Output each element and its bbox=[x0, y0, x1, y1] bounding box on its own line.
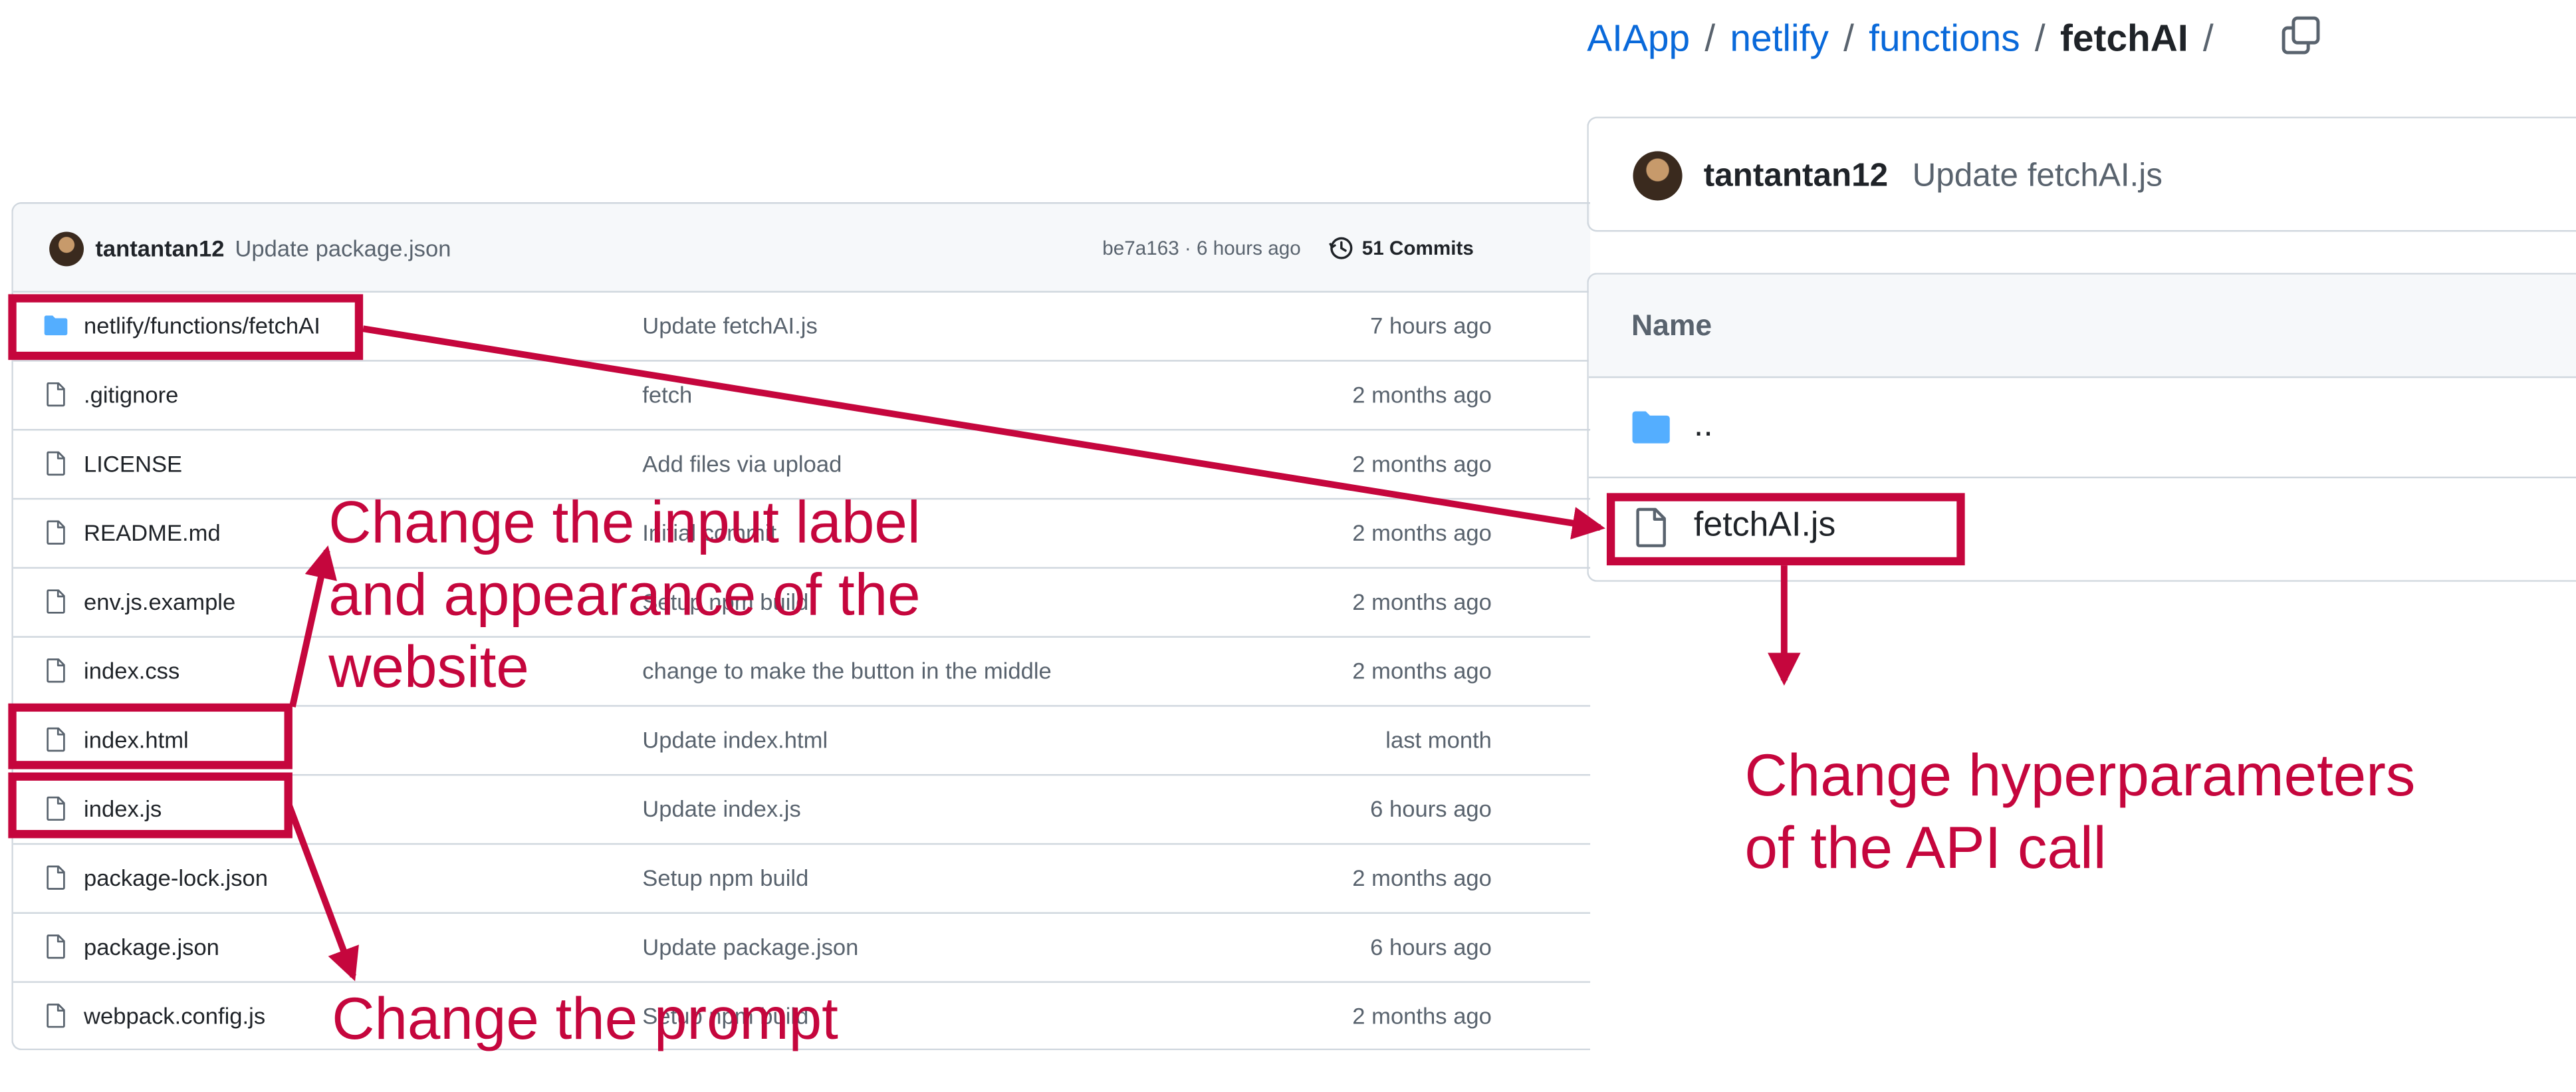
commits-count: 51 Commits bbox=[1361, 236, 1474, 260]
commit-message[interactable]: Update package.json bbox=[235, 235, 451, 261]
file-icon bbox=[47, 589, 65, 614]
last-commit-time: 2 months ago bbox=[1352, 450, 1492, 477]
last-commit-time: 2 months ago bbox=[1352, 657, 1492, 684]
file-icon bbox=[47, 658, 65, 683]
note-line: Change the input label bbox=[328, 487, 921, 556]
table-header: Name bbox=[1588, 274, 2576, 378]
folder-latest-commit: tantantan12 Update fetchAI.js bbox=[1587, 116, 2576, 232]
commit-message[interactable]: Update fetchAI.js bbox=[1913, 158, 2163, 196]
last-commit-message-link[interactable]: Update fetchAI.js bbox=[642, 313, 818, 339]
last-commit-message-link[interactable]: Setup npm build bbox=[642, 865, 808, 891]
file-icon bbox=[47, 865, 65, 890]
table-row[interactable]: .gitignore fetch 2 months ago bbox=[13, 362, 1591, 431]
last-commit-message-link[interactable]: fetch bbox=[642, 381, 692, 408]
breadcrumb-current: fetchAI bbox=[2059, 15, 2188, 59]
file-name-link[interactable]: package.json bbox=[84, 934, 219, 960]
file-name-link[interactable]: env.js.example bbox=[84, 589, 235, 615]
note-line: Change the prompt bbox=[332, 984, 838, 1052]
folder-icon bbox=[1632, 411, 1670, 444]
screenshot-stage: tantantan12 Update package.json be7a163 … bbox=[0, 0, 2576, 1080]
file-name-link[interactable]: LICENSE bbox=[84, 450, 182, 477]
file-icon bbox=[47, 934, 65, 959]
file-icon bbox=[47, 1004, 65, 1028]
last-commit-time: 2 months ago bbox=[1352, 519, 1492, 546]
file-name-link[interactable]: webpack.config.js bbox=[84, 1002, 265, 1029]
history-icon bbox=[1329, 237, 1353, 259]
note-line: and appearance of the bbox=[328, 560, 921, 628]
file-icon bbox=[47, 451, 65, 476]
commits-link[interactable]: 51 Commits bbox=[1328, 231, 1474, 264]
note-change-input-label: Change the input label and appearance of… bbox=[328, 487, 920, 704]
table-row[interactable]: package.json Update package.json 6 hours a… bbox=[13, 914, 1591, 983]
last-commit-time: last month bbox=[1385, 726, 1492, 753]
last-commit-time: 2 months ago bbox=[1352, 381, 1492, 408]
last-commit-message-link[interactable]: Add files via upload bbox=[642, 450, 842, 477]
breadcrumb-separator: / bbox=[2034, 15, 2046, 59]
breadcrumb-repo-link[interactable]: AIApp bbox=[1587, 15, 1690, 60]
file-name-link[interactable]: index.css bbox=[84, 658, 179, 684]
highlight-box-index-js bbox=[8, 772, 293, 839]
last-commit-message-link[interactable]: Update package.json bbox=[642, 934, 858, 960]
breadcrumb-functions-link[interactable]: functions bbox=[1869, 15, 2020, 60]
copy-path-icon[interactable] bbox=[2280, 15, 2323, 57]
last-commit-time: 7 hours ago bbox=[1370, 312, 1492, 339]
parent-directory-link[interactable]: .. bbox=[1694, 406, 1713, 445]
breadcrumb-separator: / bbox=[1843, 15, 1854, 59]
note-line: Change hyperparameters bbox=[1744, 741, 2416, 809]
breadcrumb-separator: / bbox=[2202, 15, 2214, 59]
last-commit-time: 6 hours ago bbox=[1370, 933, 1492, 960]
highlight-box-index-html bbox=[8, 703, 293, 769]
name-column-header: Name bbox=[1631, 309, 1712, 342]
last-commit-time: 6 hours ago bbox=[1370, 795, 1492, 822]
file-name-link[interactable]: README.md bbox=[84, 519, 221, 546]
file-name-link[interactable]: .gitignore bbox=[84, 381, 178, 408]
highlight-box-fetchai-folder bbox=[8, 294, 364, 360]
last-commit-message-link[interactable]: Update index.js bbox=[642, 795, 801, 822]
commit-author[interactable]: tantantan12 bbox=[1704, 158, 1888, 196]
breadcrumb: AIApp / netlify / functions / fetchAI / bbox=[1587, 10, 2228, 66]
last-commit-time: 2 months ago bbox=[1352, 588, 1492, 615]
last-commit-time: 2 months ago bbox=[1352, 864, 1492, 891]
highlight-box-fetchai-file bbox=[1606, 493, 1965, 566]
avatar[interactable] bbox=[49, 231, 84, 267]
note-change-prompt: Change the prompt bbox=[332, 983, 838, 1055]
commit-author[interactable]: tantantan12 bbox=[95, 235, 224, 261]
commit-hash-time[interactable]: be7a163 · 6 hours ago bbox=[1102, 237, 1300, 260]
note-change-hyperparameters: Change hyperparameters of the API call bbox=[1745, 740, 2416, 884]
parent-directory-row[interactable]: .. bbox=[1588, 378, 2576, 479]
last-commit-message-link[interactable]: Update index.html bbox=[642, 726, 828, 753]
latest-commit-bar: tantantan12 Update package.json be7a163 … bbox=[13, 204, 1591, 293]
note-line: website bbox=[328, 632, 529, 700]
breadcrumb-netlify-link[interactable]: netlify bbox=[1730, 15, 1829, 60]
file-name-link[interactable]: package-lock.json bbox=[84, 865, 268, 891]
note-line: of the API call bbox=[1744, 813, 2107, 881]
file-icon bbox=[47, 382, 65, 407]
file-icon bbox=[47, 520, 65, 545]
last-commit-time: 2 months ago bbox=[1352, 1002, 1492, 1029]
table-row[interactable]: package-lock.json Setup npm build 2 months… bbox=[13, 845, 1591, 914]
breadcrumb-separator: / bbox=[1704, 15, 1716, 59]
avatar[interactable] bbox=[1633, 151, 1683, 201]
